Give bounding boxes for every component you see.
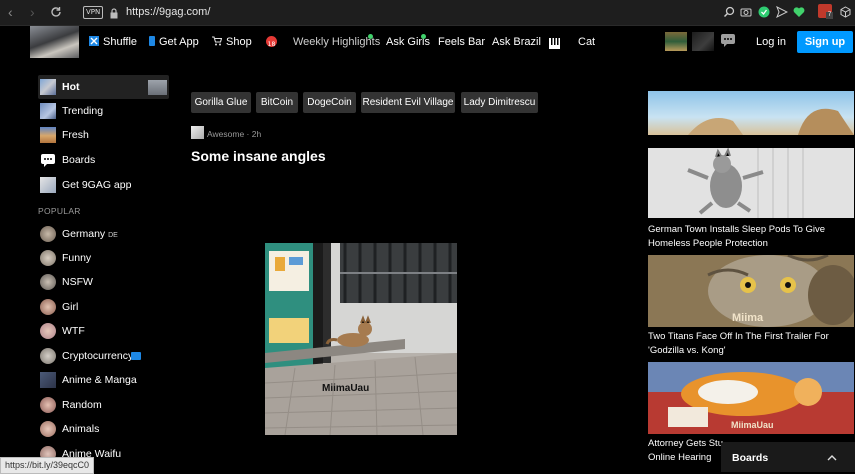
post-title[interactable]: Some insane angles (191, 148, 326, 164)
funny-avatar (40, 250, 56, 266)
piano-icon[interactable] (549, 36, 560, 54)
thumbnail-watermark: MiimaUau (731, 420, 774, 430)
login-link[interactable]: Log in (756, 36, 786, 48)
send-icon[interactable] (776, 5, 789, 23)
animals-avatar (40, 421, 56, 437)
address-bar-url[interactable]: https://9gag.com/ (126, 6, 210, 18)
new-indicator-dot (421, 34, 426, 39)
section-avatar[interactable] (191, 126, 204, 139)
country-code: DE (108, 232, 118, 239)
side-post-caption[interactable]: German Town Installs Sleep Pods To Give … (648, 223, 852, 251)
vpn-badge[interactable]: VPN (83, 6, 104, 19)
nav-shop[interactable]: Shop (212, 36, 252, 48)
popular-heading: POPULAR (38, 206, 81, 216)
signup-button[interactable]: Sign up (797, 31, 853, 53)
hot-preview-thumbnail (148, 80, 167, 95)
search-icon[interactable] (723, 5, 735, 23)
forward-icon[interactable]: › (30, 4, 35, 20)
box-icon[interactable] (840, 5, 851, 23)
tag-chip[interactable]: Gorilla Glue (191, 92, 251, 113)
back-icon[interactable]: ‹ (8, 4, 13, 20)
anime-avatar (40, 372, 56, 388)
post-meta[interactable]: Awesome · 2h (207, 129, 261, 139)
phone-icon (149, 36, 155, 46)
nav-ask-brazil[interactable]: Ask Brazil (492, 36, 541, 48)
tag-chip[interactable]: BitCoin (256, 92, 298, 113)
germany-avatar (40, 226, 56, 242)
tag-chip[interactable]: DogeCoin (303, 92, 356, 113)
shield-check-icon[interactable] (758, 5, 770, 23)
shuffle-icon (89, 36, 99, 46)
boards-panel-title: Boards (732, 452, 769, 464)
boards-panel[interactable]: Boards (721, 442, 855, 472)
post-image[interactable] (265, 243, 457, 435)
image-watermark: MiimaUau (322, 383, 370, 394)
new-indicator-dot (368, 34, 373, 39)
side-post-caption[interactable]: Two Titans Face Off In The First Trailer… (648, 330, 852, 358)
heart-icon[interactable] (793, 5, 805, 23)
extension-badge: 7 (826, 12, 833, 19)
new-badge-icon (131, 352, 141, 360)
nav-get-app[interactable]: Get App (149, 36, 199, 48)
thumbnail-watermark: Miima (732, 312, 764, 324)
status-bar-url: https://bit.ly/39eqcC0 (0, 457, 95, 474)
site-logo[interactable] (30, 26, 79, 58)
germany-label: Germany (62, 228, 106, 240)
chevron-up-icon[interactable] (827, 450, 837, 468)
girl-avatar (40, 299, 56, 315)
nav-cat[interactable]: Cat (578, 36, 595, 48)
svg-text:18: 18 (268, 41, 276, 48)
header-thumbnail[interactable] (665, 32, 687, 51)
chat-icon[interactable] (721, 34, 735, 52)
nav-feels-bar[interactable]: Feels Bar (438, 36, 485, 48)
side-post-thumbnail[interactable] (648, 91, 854, 135)
tag-chip[interactable]: Resident Evil Village (361, 92, 455, 113)
sensitive-icon[interactable]: 18 (266, 36, 277, 48)
tag-chip[interactable]: Lady Dimitrescu (461, 92, 538, 113)
nav-weekly-highlights[interactable]: Weekly Highlights (293, 36, 380, 48)
random-avatar (40, 397, 56, 413)
header-thumbnail[interactable] (692, 32, 714, 51)
hot-thumbnail (40, 79, 56, 95)
reload-icon[interactable] (50, 5, 62, 23)
wtf-avatar (40, 323, 56, 339)
fresh-thumbnail (40, 127, 56, 143)
trending-thumbnail (40, 103, 56, 119)
app-thumbnail (40, 177, 56, 193)
camera-icon[interactable] (740, 5, 752, 23)
boards-chat-icon (40, 152, 56, 168)
sidebar-item-hot[interactable]: Hot (40, 79, 167, 97)
nsfw-avatar (40, 274, 56, 290)
cart-icon (212, 36, 223, 46)
crypto-avatar (40, 348, 56, 364)
lock-icon[interactable] (110, 6, 118, 24)
nav-shuffle[interactable]: Shuffle (89, 36, 137, 48)
side-post-thumbnail[interactable] (648, 147, 854, 218)
